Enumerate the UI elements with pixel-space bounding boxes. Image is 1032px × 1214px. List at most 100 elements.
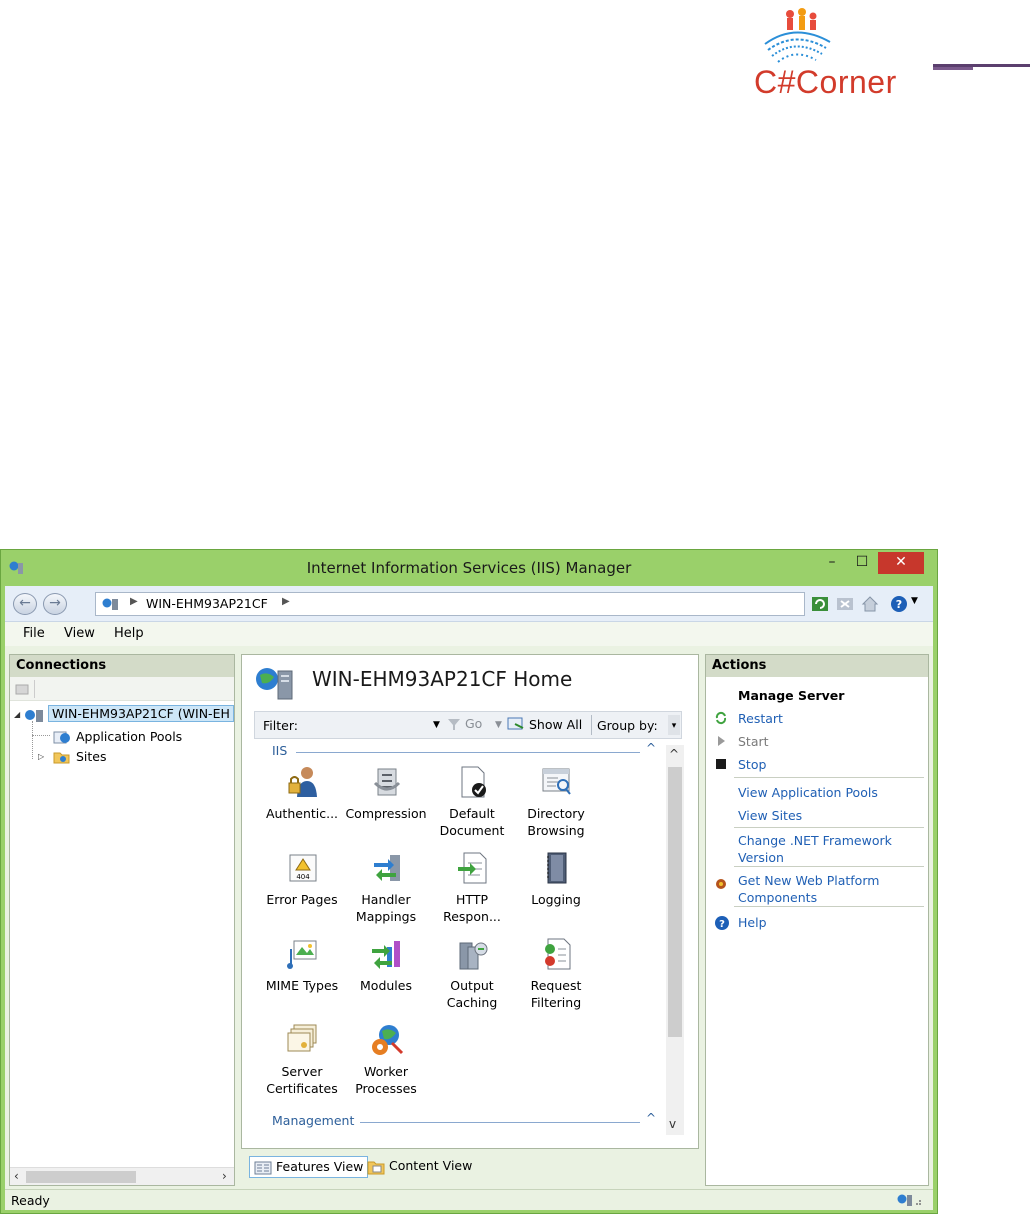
feature-default-document[interactable]: Default Document: [430, 765, 514, 845]
actions-divider: [734, 827, 924, 828]
compression-icon: [373, 768, 401, 796]
status-bar: Ready: [5, 1189, 933, 1210]
tree-item-label: Sites: [76, 749, 107, 764]
feature-authentication[interactable]: Authentic...: [260, 765, 344, 845]
feature-handler-mappings[interactable]: Handler Mappings: [344, 851, 428, 931]
collapse-triangle-icon[interactable]: ◢: [14, 710, 20, 719]
feature-label: Modules: [360, 978, 412, 993]
scroll-up-icon[interactable]: ^: [669, 747, 679, 761]
menu-view[interactable]: View: [64, 626, 95, 641]
stop-square-icon: [716, 759, 726, 769]
group-header-iis[interactable]: IIS ^: [262, 741, 662, 761]
action-label: Start: [738, 734, 769, 749]
address-bar: ← → ▶ WIN-EHM93AP21CF ▶ ? ▼: [5, 586, 933, 622]
feature-label: HTTP Respon...: [443, 892, 501, 924]
tree-item-label: WIN-EHM93AP21CF (WIN-EH: [48, 705, 234, 722]
feature-mime-types[interactable]: MIME Types: [260, 937, 344, 1017]
home-icon[interactable]: [860, 594, 880, 614]
features-panel: WIN-EHM93AP21CF Home Filter: ▼ Go ▼ Show…: [241, 654, 699, 1149]
sites-folder-icon: [53, 752, 70, 764]
error-pages-icon: 404: [289, 854, 317, 882]
feature-label: Directory Browsing: [527, 806, 585, 838]
feature-modules[interactable]: Modules: [344, 937, 428, 1017]
breadcrumb-server[interactable]: WIN-EHM93AP21CF: [146, 596, 268, 611]
back-button[interactable]: ←: [13, 593, 37, 615]
funnel-icon: [448, 719, 460, 730]
actions-header: Actions: [706, 655, 928, 677]
svg-text:?: ?: [719, 919, 725, 930]
refresh-icon[interactable]: [810, 594, 830, 614]
feature-http-response-headers[interactable]: HTTP Respon...: [430, 851, 514, 931]
logo-globe-icon: [764, 8, 831, 63]
svg-text:404: 404: [296, 873, 310, 881]
feature-output-caching[interactable]: Output Caching: [430, 937, 514, 1017]
group-by-label[interactable]: Group by:: [597, 718, 658, 733]
create-connection-icon[interactable]: [14, 681, 30, 697]
group-header-management[interactable]: Management ^: [262, 1111, 662, 1131]
expand-triangle-icon[interactable]: ▷: [38, 752, 44, 761]
menu-help[interactable]: Help: [114, 626, 144, 641]
feature-server-certificates[interactable]: Server Certificates: [260, 1023, 344, 1103]
scroll-down-icon[interactable]: v: [669, 1117, 676, 1131]
status-text: Ready: [11, 1193, 50, 1208]
go-button[interactable]: Go: [447, 716, 482, 734]
connections-horizontal-scrollbar[interactable]: ‹ ›: [10, 1167, 234, 1185]
maximize-button[interactable]: ☐: [849, 552, 875, 574]
menu-file[interactable]: File: [23, 626, 45, 641]
tab-content-view[interactable]: Content View: [363, 1156, 476, 1178]
logo-underline-accent: [933, 67, 973, 70]
address-field[interactable]: ▶ WIN-EHM93AP21CF ▶: [95, 592, 805, 616]
feature-label: Server Certificates: [266, 1064, 338, 1096]
feature-directory-browsing[interactable]: Directory Browsing: [514, 765, 598, 845]
show-all-button[interactable]: Show All: [507, 716, 582, 735]
server-icon: [25, 710, 43, 722]
collapse-caret-icon[interactable]: ^: [646, 1111, 656, 1125]
feature-request-filtering[interactable]: Request Filtering: [514, 937, 598, 1017]
worker-processes-icon: [372, 1025, 404, 1055]
web-platform-icon: [716, 879, 726, 889]
title-bar[interactable]: Internet Information Services (IIS) Mana…: [1, 550, 937, 586]
collapse-caret-icon[interactable]: ^: [646, 741, 656, 755]
show-all-icon: [507, 717, 524, 730]
stop-icon[interactable]: [835, 594, 855, 614]
filter-dropdown-chevron-icon[interactable]: ▼: [433, 720, 440, 730]
feature-label: Output Caching: [446, 978, 498, 1010]
menu-bar: File View Help: [5, 622, 933, 646]
group-divider: [296, 752, 640, 753]
feature-compression[interactable]: Compression: [344, 765, 428, 845]
scroll-thumb[interactable]: [26, 1171, 136, 1183]
group-by-dropdown-icon[interactable]: ▾: [668, 715, 680, 735]
toolbar-separator: [591, 715, 592, 735]
chevron-down-icon[interactable]: ▼: [911, 596, 918, 606]
breadcrumb-chevron-icon[interactable]: ▶: [282, 596, 290, 607]
actions-divider: [734, 906, 924, 907]
filter-input[interactable]: [301, 715, 431, 735]
modules-icon: [372, 941, 400, 969]
mime-types-icon: [287, 940, 317, 969]
output-caching-icon: [459, 942, 488, 970]
action-label: View Application Pools: [738, 785, 878, 800]
feature-logging[interactable]: Logging: [514, 851, 598, 931]
close-button[interactable]: ✕: [878, 552, 924, 574]
tab-features-view[interactable]: Features View: [249, 1156, 369, 1178]
scroll-thumb[interactable]: [668, 767, 682, 1037]
feature-label: Authentic...: [265, 806, 339, 821]
action-label: Restart: [738, 711, 783, 726]
application-pools-icon: [53, 731, 70, 744]
scroll-right-icon[interactable]: ›: [222, 1169, 227, 1183]
logo-text: C#Corner: [754, 64, 897, 100]
go-dropdown-chevron-icon[interactable]: ▼: [495, 720, 502, 730]
server-home-icon: [256, 668, 293, 700]
feature-worker-processes[interactable]: Worker Processes: [344, 1023, 428, 1103]
window-title: Internet Information Services (IIS) Mana…: [306, 559, 632, 577]
feature-error-pages[interactable]: 404 Error Pages: [260, 851, 344, 931]
feature-label: Logging: [531, 892, 581, 907]
forward-button[interactable]: →: [43, 593, 67, 615]
tab-label: Content View: [389, 1158, 473, 1173]
features-vertical-scrollbar[interactable]: ^ v: [666, 745, 684, 1135]
minimize-button[interactable]: –: [819, 552, 845, 574]
scroll-left-icon[interactable]: ‹: [14, 1169, 19, 1183]
help-icon[interactable]: ?: [890, 594, 910, 614]
feature-label: Request Filtering: [530, 978, 582, 1010]
tree-item-label: Application Pools: [76, 729, 183, 744]
